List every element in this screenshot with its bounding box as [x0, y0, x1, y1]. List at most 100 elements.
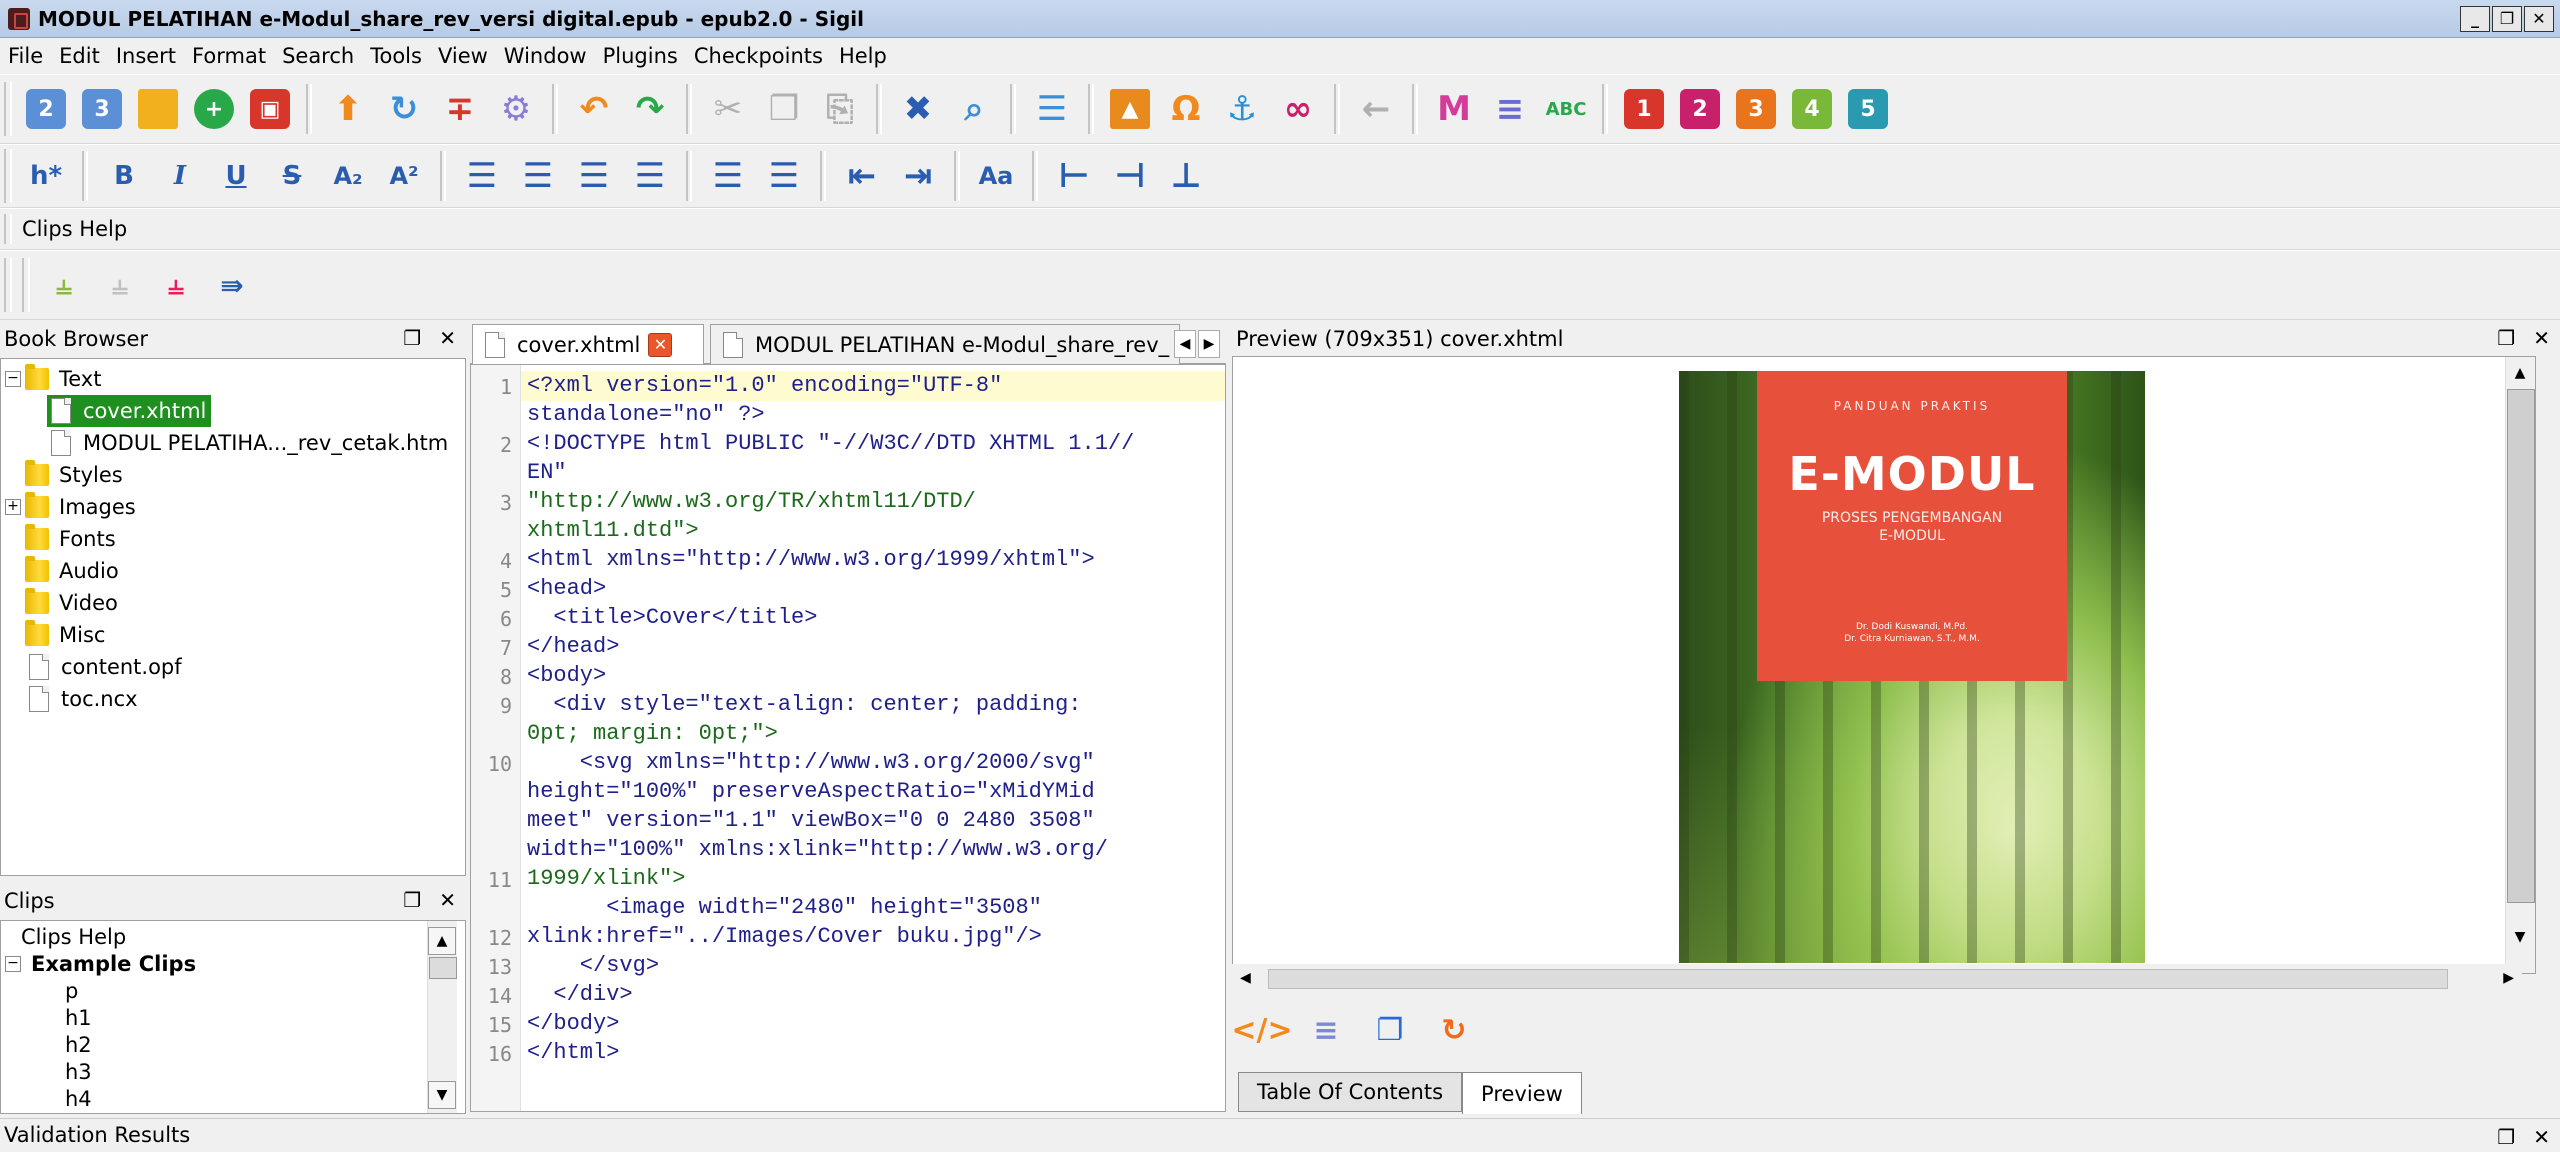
tab-preview[interactable]: Preview: [1462, 1072, 1582, 1114]
plugin-5-button[interactable]: 5: [1840, 81, 1896, 137]
preview-pane[interactable]: PANDUAN PRAKTIS E-MODUL PROSES PENGEMBAN…: [1232, 356, 2536, 974]
clip-item-clips-help[interactable]: Clips Help: [21, 923, 126, 950]
insert-class-button[interactable]: ⊣: [1102, 148, 1158, 204]
float-icon[interactable]: ❐: [2497, 326, 2515, 350]
numbered-list-button[interactable]: ☰: [756, 148, 812, 204]
tree-item-styles[interactable]: Styles: [25, 459, 123, 491]
copy-page-icon[interactable]: ❐: [1368, 1008, 1412, 1052]
align-right-button[interactable]: ☰: [566, 148, 622, 204]
toc-button[interactable]: ☰: [1024, 81, 1080, 137]
tree-item-audio[interactable]: Audio: [25, 555, 119, 587]
move-up-button[interactable]: ⬆: [320, 81, 376, 137]
toolbar-grip[interactable]: [4, 214, 12, 244]
insert-image-button[interactable]: ▲: [1102, 81, 1158, 137]
superscript-button[interactable]: A²: [376, 148, 432, 204]
save-button[interactable]: ▣: [242, 81, 298, 137]
bullet-list-button[interactable]: ☰: [700, 148, 756, 204]
scroll-up-icon[interactable]: ▲: [428, 927, 456, 955]
code-view-icon[interactable]: </>: [1231, 1008, 1292, 1052]
underline-button[interactable]: U: [208, 148, 264, 204]
tree-item-cover-xhtml[interactable]: cover.xhtml: [47, 395, 211, 427]
scroll-up-icon[interactable]: ▲: [2506, 359, 2534, 387]
close-icon[interactable]: ✕: [439, 888, 456, 912]
validate-button[interactable]: ✖: [890, 81, 946, 137]
new-book-3-button[interactable]: 3: [74, 81, 130, 137]
redo-button[interactable]: ↷: [622, 81, 678, 137]
add-file-button[interactable]: +: [186, 81, 242, 137]
toolbar-grip[interactable]: [4, 258, 12, 312]
close-icon[interactable]: ✕: [2533, 326, 2550, 350]
clip-item-h4[interactable]: h4: [65, 1085, 92, 1112]
menu-format[interactable]: Format: [192, 44, 266, 68]
spellcheck-button[interactable]: ABC: [1538, 81, 1594, 137]
reload-button[interactable]: ↻: [376, 81, 432, 137]
tree-item-images[interactable]: + Images: [5, 491, 136, 523]
menu-insert[interactable]: Insert: [116, 44, 176, 68]
preview-hscroll[interactable]: ◀ ▶: [1232, 964, 2522, 994]
menu-edit[interactable]: Edit: [59, 44, 100, 68]
close-icon[interactable]: ✕: [439, 326, 456, 350]
italic-button[interactable]: I: [152, 148, 208, 204]
menu-checkpoints[interactable]: Checkpoints: [694, 44, 823, 68]
tab-scroll-right-icon[interactable]: ▶: [1198, 330, 1220, 358]
toolbar-grip[interactable]: [22, 258, 30, 312]
code-editor[interactable]: 1 2 3 4 5 6 7 8 9 10 11 12 13 14 15 16 <…: [470, 364, 1226, 1112]
text-view-icon[interactable]: ≡: [1304, 1008, 1348, 1052]
tab-table-of-contents[interactable]: Table Of Contents: [1238, 1072, 1463, 1112]
undo-button[interactable]: ↶: [566, 81, 622, 137]
clip-remove-button[interactable]: ⫨: [148, 257, 204, 313]
scroll-thumb[interactable]: [1268, 969, 2448, 989]
clip-item-h1[interactable]: h1: [65, 1004, 92, 1031]
minimize-button[interactable]: _: [2460, 6, 2490, 32]
clip-item-p[interactable]: p: [65, 977, 78, 1004]
insert-special-char-button[interactable]: Ω: [1158, 81, 1214, 137]
outdent-button[interactable]: ⇤: [834, 148, 890, 204]
toolbar-grip[interactable]: [4, 82, 12, 136]
clips-help-label[interactable]: Clips Help: [22, 217, 127, 241]
scroll-thumb[interactable]: [429, 957, 457, 979]
insert-span-button[interactable]: ⊥: [1158, 148, 1214, 204]
scroll-thumb[interactable]: [2507, 389, 2535, 903]
plugin-3-button[interactable]: 3: [1728, 81, 1784, 137]
clip-add-button[interactable]: ⫨: [36, 257, 92, 313]
insert-anchor-button[interactable]: ⚓: [1214, 81, 1270, 137]
plugin-1-button[interactable]: 1: [1616, 81, 1672, 137]
search-button[interactable]: ⌕: [946, 81, 1002, 137]
float-icon[interactable]: ❐: [2497, 1125, 2515, 1149]
tab-cover-xhtml[interactable]: cover.xhtml ✕: [472, 324, 704, 364]
justify-button[interactable]: ☰: [622, 148, 678, 204]
scroll-down-icon[interactable]: ▼: [2506, 923, 2534, 951]
scroll-down-icon[interactable]: ▼: [428, 1081, 456, 1109]
restore-button[interactable]: ❐: [2492, 6, 2522, 32]
strikethrough-button[interactable]: S: [264, 148, 320, 204]
tab-scroll-left-icon[interactable]: ◀: [1174, 330, 1196, 358]
menu-view[interactable]: View: [438, 44, 488, 68]
clip-insert-button[interactable]: ⫨: [92, 257, 148, 313]
tree-item-video[interactable]: Video: [25, 587, 118, 619]
new-book-2-button[interactable]: 2: [18, 81, 74, 137]
close-icon[interactable]: ✕: [2533, 1125, 2550, 1149]
scroll-left-icon[interactable]: ◀: [1240, 970, 1251, 986]
refresh-icon[interactable]: ↻: [1432, 1008, 1476, 1052]
menu-window[interactable]: Window: [504, 44, 587, 68]
toolbar-grip[interactable]: [4, 149, 12, 203]
tree-item-fonts[interactable]: Fonts: [25, 523, 116, 555]
insert-id-button[interactable]: ⊢: [1046, 148, 1102, 204]
menu-plugins[interactable]: Plugins: [603, 44, 678, 68]
tree-item-content-opf[interactable]: content.opf: [29, 651, 182, 683]
plugin-2-button[interactable]: 2: [1672, 81, 1728, 137]
clip-forward-button[interactable]: ⇛: [204, 257, 260, 313]
paste-button[interactable]: ⎘: [812, 81, 868, 137]
tree-item-misc[interactable]: Misc: [25, 619, 105, 651]
heading-button[interactable]: h*: [18, 148, 74, 204]
clip-item-example-clips[interactable]: − Example Clips: [5, 950, 196, 977]
collapse-icon[interactable]: −: [5, 371, 21, 387]
metadata-button[interactable]: M: [1426, 81, 1482, 137]
align-left-button[interactable]: ☰: [454, 148, 510, 204]
close-icon[interactable]: ✕: [648, 332, 673, 357]
open-button[interactable]: [130, 81, 186, 137]
tree-item-modul-htm[interactable]: MODUL PELATIHA..._rev_cetak.htm: [51, 427, 448, 459]
align-center-button[interactable]: ☰: [510, 148, 566, 204]
change-case-button[interactable]: Aa: [968, 148, 1024, 204]
insert-link-button[interactable]: ∞: [1270, 81, 1326, 137]
